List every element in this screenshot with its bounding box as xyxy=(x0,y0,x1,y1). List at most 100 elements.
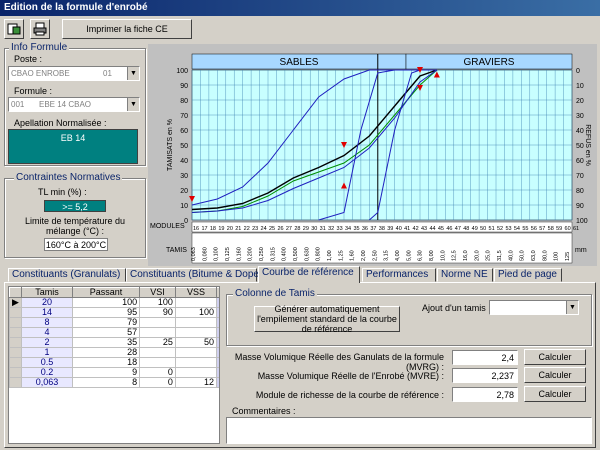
table-row[interactable]: 4 57 xyxy=(9,327,219,338)
table-cell[interactable]: 2 xyxy=(21,337,73,348)
table-cell[interactable] xyxy=(216,327,219,338)
chevron-down-icon[interactable]: ▼ xyxy=(127,98,139,111)
table-cell[interactable] xyxy=(139,327,176,338)
poste-select[interactable]: CBAO ENROBE 01 ▼ xyxy=(8,66,140,81)
tamis-grid[interactable]: Tamis Passant VSI VSS li ▶20100100149590… xyxy=(8,286,220,444)
chevron-down-icon[interactable]: ▼ xyxy=(127,67,139,80)
tab-2[interactable]: Courbe de référence xyxy=(258,266,360,283)
mvre-calculer-button[interactable]: Calculer xyxy=(524,367,586,383)
tamis-tick-label: 0,160 xyxy=(236,247,242,261)
table-cell[interactable] xyxy=(216,367,219,378)
table-cell[interactable] xyxy=(139,357,176,368)
table-cell[interactable]: 0 xyxy=(139,367,176,378)
table-cell[interactable] xyxy=(174,327,218,338)
table-cell[interactable]: 20 xyxy=(21,297,73,308)
table-row[interactable]: 1495901009 xyxy=(9,307,219,318)
row-selector[interactable] xyxy=(9,307,22,318)
table-cell[interactable]: 100 xyxy=(174,307,218,318)
table-cell[interactable] xyxy=(139,317,176,328)
module-tick-label: 31 xyxy=(320,226,326,232)
table-cell[interactable] xyxy=(174,357,218,368)
table-cell[interactable]: 1 xyxy=(216,337,219,348)
table-cell[interactable]: 100 xyxy=(71,297,141,308)
tamis-tick-label: 0,315 xyxy=(270,247,276,261)
table-cell[interactable]: 28 xyxy=(71,347,141,358)
comment-label: Commentaires : xyxy=(232,406,296,416)
table-cell[interactable]: 0,063 xyxy=(21,377,73,388)
table-cell[interactable] xyxy=(174,297,218,308)
table-cell[interactable] xyxy=(174,367,218,378)
print-icon-button[interactable] xyxy=(30,19,50,39)
row-selector[interactable]: ▶ xyxy=(9,297,22,308)
table-row[interactable]: 1 28 xyxy=(9,347,219,358)
table-cell[interactable]: 1 xyxy=(21,347,73,358)
ajout-tamis-select[interactable]: ▼ xyxy=(489,300,579,315)
table-row[interactable]: 8 79 xyxy=(9,317,219,328)
row-selector[interactable] xyxy=(9,367,22,378)
table-cell[interactable]: 14 xyxy=(21,307,73,318)
table-cell[interactable] xyxy=(174,347,218,358)
table-cell[interactable] xyxy=(139,347,176,358)
mvrg-calculer-button[interactable]: Calculer xyxy=(524,349,586,365)
table-row[interactable]: 0,063 8 0 12 xyxy=(9,377,219,388)
table-cell[interactable]: 50 xyxy=(174,337,218,348)
generate-stack-button[interactable]: Générer automatiquement l'empilement sta… xyxy=(254,304,400,334)
grid-header-vss[interactable]: VSS xyxy=(174,287,218,298)
tab-5[interactable]: Pied de page xyxy=(494,268,562,282)
module-calculer-button[interactable]: Calculer xyxy=(524,386,586,402)
tab-1[interactable]: Constituants (Bitume & Dope) xyxy=(126,268,262,282)
row-selector[interactable] xyxy=(9,357,22,368)
table-cell[interactable]: 79 xyxy=(71,317,141,328)
row-selector[interactable] xyxy=(9,327,22,338)
y-left-tick-label: 50 xyxy=(180,143,188,150)
table-cell[interactable]: 8 xyxy=(71,377,141,388)
row-selector[interactable] xyxy=(9,377,22,388)
table-cell[interactable]: 9 xyxy=(71,367,141,378)
chevron-down-icon[interactable]: ▼ xyxy=(566,301,578,314)
row-selector[interactable] xyxy=(9,347,22,358)
table-row[interactable]: ▶ 20 100 100 xyxy=(9,297,219,308)
row-selector[interactable] xyxy=(9,317,22,328)
module-tick-label: 29 xyxy=(303,226,309,232)
formule-select[interactable]: 001 EBE 14 CBAO ▼ xyxy=(8,97,140,112)
table-cell[interactable] xyxy=(216,377,219,388)
grid-header-li[interactable]: li xyxy=(216,287,219,298)
table-cell[interactable]: 25 xyxy=(139,337,176,348)
table-cell[interactable]: 8 xyxy=(21,317,73,328)
sables-label: SABLES xyxy=(280,57,319,68)
table-row[interactable]: 23525501 xyxy=(9,337,219,348)
comment-textarea[interactable] xyxy=(226,417,592,444)
table-cell[interactable]: 12 xyxy=(174,377,218,388)
table-cell[interactable]: 0.5 xyxy=(21,357,73,368)
table-cell[interactable]: 35 xyxy=(71,337,141,348)
grid-header-vsi[interactable]: VSI xyxy=(139,287,176,298)
tab-0[interactable]: Constituants (Granulats) xyxy=(8,268,126,282)
tab-3[interactable]: Performances xyxy=(362,268,436,282)
table-cell[interactable] xyxy=(216,347,219,358)
mvre-field[interactable]: 2,237 xyxy=(452,368,518,383)
table-cell[interactable]: 9 xyxy=(216,307,219,318)
grid-header-tamis[interactable]: Tamis xyxy=(21,287,73,298)
table-cell[interactable] xyxy=(216,317,219,328)
table-row[interactable]: 0.2 9 0 xyxy=(9,367,219,378)
table-cell[interactable]: 90 xyxy=(139,307,176,318)
table-cell[interactable]: 95 xyxy=(71,307,141,318)
table-cell[interactable]: 18 xyxy=(71,357,141,368)
tab-4[interactable]: Norme NE xyxy=(437,268,493,282)
table-cell[interactable]: 4 xyxy=(21,327,73,338)
table-cell[interactable] xyxy=(216,357,219,368)
table-cell[interactable] xyxy=(216,297,219,308)
print-ce-button[interactable]: Imprimer la fiche CE xyxy=(62,19,192,39)
y-left-tick-label: 100 xyxy=(176,68,188,75)
table-cell[interactable]: 0 xyxy=(139,377,176,388)
mvrg-field[interactable]: 2,4 xyxy=(452,350,518,365)
table-cell[interactable]: 0.2 xyxy=(21,367,73,378)
module-field[interactable]: 2,78 xyxy=(452,387,518,402)
export-icon-button[interactable] xyxy=(4,19,24,39)
grid-header-passant[interactable]: Passant xyxy=(71,287,141,298)
row-selector[interactable] xyxy=(9,337,22,348)
table-cell[interactable]: 100 xyxy=(139,297,176,308)
table-cell[interactable]: 57 xyxy=(71,327,141,338)
table-row[interactable]: 0.5 18 xyxy=(9,357,219,368)
table-cell[interactable] xyxy=(174,317,218,328)
